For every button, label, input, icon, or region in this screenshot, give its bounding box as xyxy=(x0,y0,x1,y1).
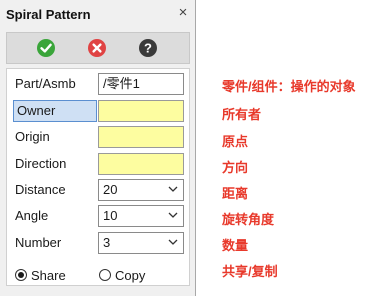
annotation-number: 数量 xyxy=(222,238,249,253)
spiral-pattern-panel: Spiral Pattern × ? Part/Asmb /零件1 Owner … xyxy=(0,0,196,296)
annotation-owner: 所有者 xyxy=(222,107,262,122)
chevron-down-icon xyxy=(168,186,178,192)
angle-label: Angle xyxy=(15,208,49,223)
owner-label[interactable]: Owner xyxy=(13,100,97,122)
copy-label: Copy xyxy=(115,267,146,283)
number-value: 3 xyxy=(103,235,111,250)
close-icon[interactable]: × xyxy=(176,5,190,20)
checkmark-icon xyxy=(37,39,55,57)
chevron-down-icon xyxy=(168,239,178,245)
annotation-origin: 原点 xyxy=(222,134,249,149)
distance-combo[interactable]: 20 xyxy=(98,179,184,201)
annotation-part: 零件/组件：操作的对象 xyxy=(222,79,356,94)
part-asmb-label: Part/Asmb xyxy=(15,76,76,91)
cancel-button[interactable] xyxy=(87,38,107,58)
distance-value: 20 xyxy=(103,182,118,197)
annotation-angle: 旋转角度 xyxy=(222,212,275,227)
origin-field[interactable] xyxy=(98,126,184,148)
chevron-down-icon xyxy=(168,212,178,218)
number-label: Number xyxy=(15,235,62,250)
svg-text:?: ? xyxy=(144,41,152,56)
panel-titlebar: Spiral Pattern × xyxy=(0,0,195,28)
share-label: Share xyxy=(31,267,66,283)
copy-radio-option[interactable]: Copy xyxy=(99,266,145,284)
annotation-distance: 距离 xyxy=(222,186,249,201)
number-combo[interactable]: 3 xyxy=(98,232,184,254)
part-asmb-field[interactable]: /零件1 xyxy=(98,73,184,95)
share-radio-option[interactable]: Share xyxy=(15,266,66,284)
annotation-mode: 共享/复制 xyxy=(222,264,278,279)
copy-radio[interactable] xyxy=(99,269,111,281)
help-icon: ? xyxy=(139,39,157,57)
angle-value: 10 xyxy=(103,208,118,223)
direction-label: Direction xyxy=(15,156,67,171)
pattern-form: Part/Asmb /零件1 Owner Origin Direction Di… xyxy=(6,68,190,286)
angle-combo[interactable]: 10 xyxy=(98,205,184,227)
help-button[interactable]: ? xyxy=(138,38,158,58)
ok-button[interactable] xyxy=(36,38,56,58)
origin-label: Origin xyxy=(15,129,50,144)
distance-label: Distance xyxy=(15,182,66,197)
panel-title: Spiral Pattern xyxy=(6,7,91,22)
action-toolbar: ? xyxy=(6,32,190,64)
owner-field[interactable] xyxy=(98,100,184,122)
share-radio[interactable] xyxy=(15,269,27,281)
annotation-direction: 方向 xyxy=(222,160,249,175)
cancel-icon xyxy=(88,39,106,57)
direction-field[interactable] xyxy=(98,153,184,175)
